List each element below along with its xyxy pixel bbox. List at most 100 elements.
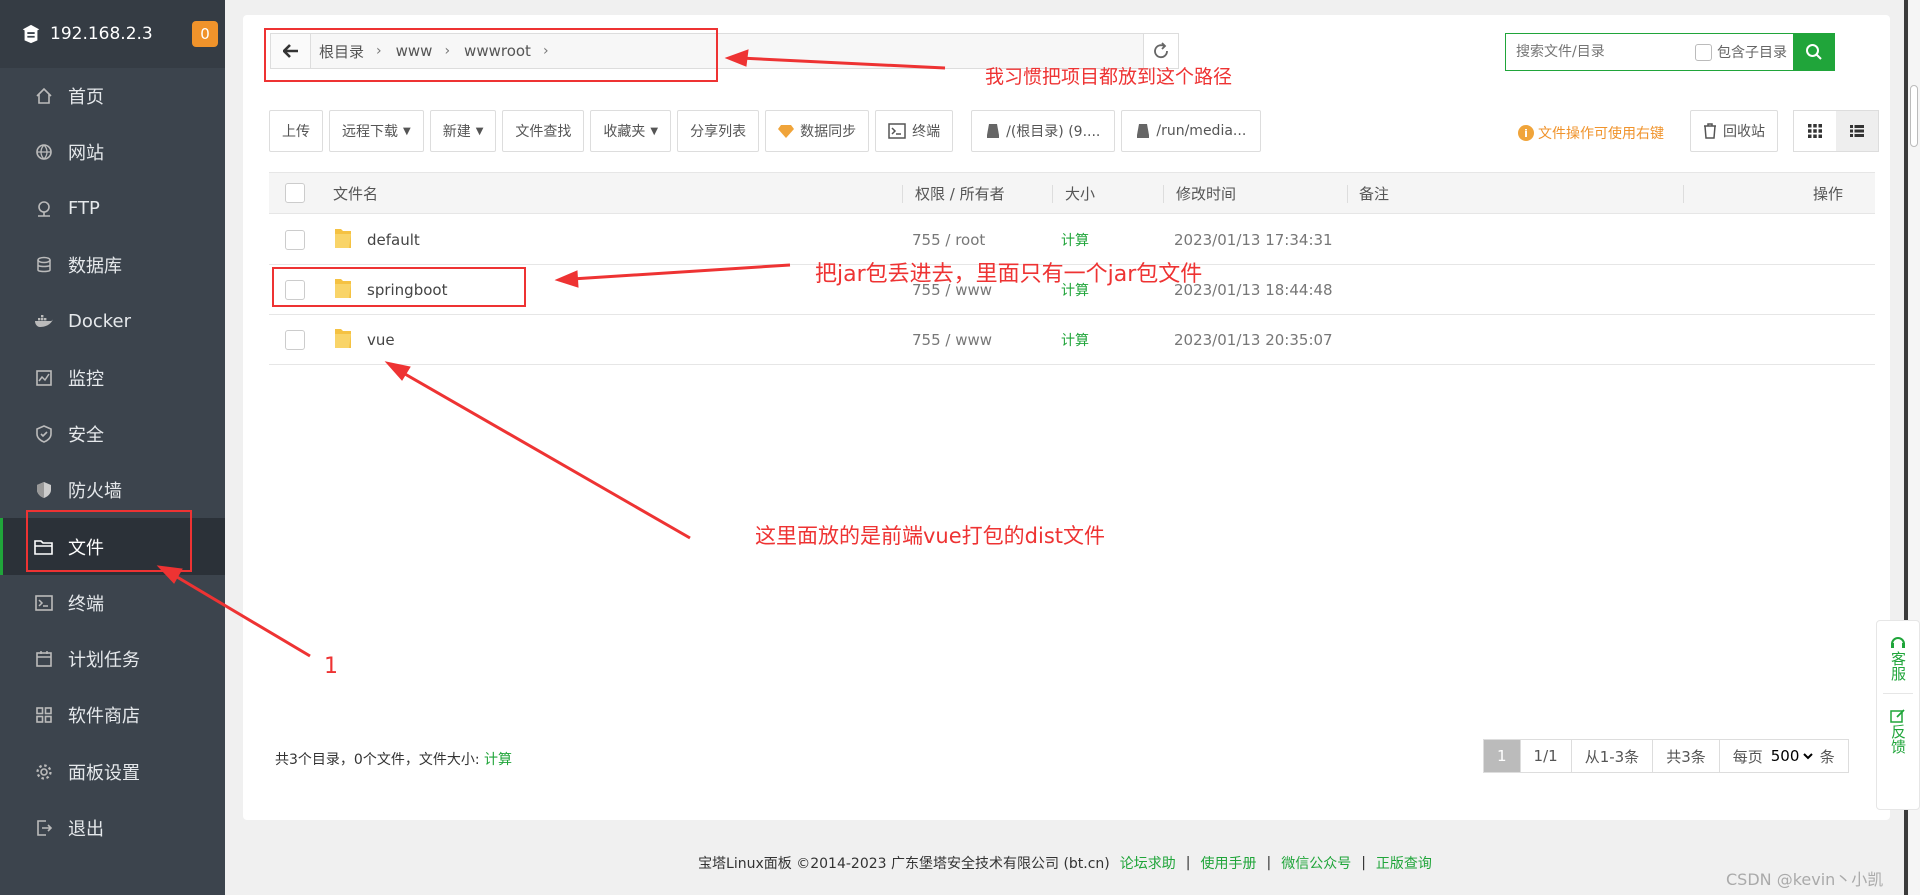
database-icon [34,255,54,275]
file-table-header: 文件名 权限 / 所有者 大小 修改时间 备注 操作 [269,172,1875,214]
sidebar-item-label: 退出 [68,819,104,840]
new-button[interactable]: 新建 ▼ [429,110,497,152]
terminal-button[interactable]: 终端 [875,110,954,152]
chevron-down-icon: ▼ [650,125,659,137]
row-name-cell[interactable]: vue [333,315,395,365]
shield-icon [34,424,54,444]
footer-link-wechat[interactable]: 微信公众号 [1281,853,1351,873]
header-modified[interactable]: 修改时间 [1176,173,1236,213]
service-float: 客服 反馈 [1876,620,1920,810]
server-ip: 192.168.2.3 [50,24,153,44]
sidebar-item-10[interactable]: 计划任务 [0,631,225,687]
sidebar-item-5[interactable]: 监控 [0,349,225,405]
file-search-button[interactable]: 文件查找 [502,110,585,152]
sidebar-item-3[interactable]: 数据库 [0,237,225,293]
search-box: 包含子目录 [1505,33,1835,71]
sidebar-item-label: 安全 [68,424,104,446]
page-1-button[interactable]: 1 [1484,740,1521,772]
page-range: 从1-3条 [1571,740,1654,772]
calc-total-size-link[interactable]: 计算 [484,752,512,768]
globe-icon [34,142,54,162]
feedback-button[interactable]: 反馈 [1889,694,1907,754]
sidebar-item-label: 终端 [68,593,104,615]
bt-logo-icon [22,24,40,44]
header-permission[interactable]: 权限 / 所有者 [915,173,1005,213]
page-count: 1/1 [1520,740,1572,772]
annotation-jar-note: 把jar包丢进去，里面只有一个jar包文件 [815,262,1203,287]
page-total: 共3条 [1653,740,1720,772]
header-size[interactable]: 大小 [1065,173,1095,213]
disk-root-button[interactable]: /(根目录) (9.... [971,110,1116,152]
footer-link-license[interactable]: 正版查询 [1376,853,1432,873]
sidebar-item-label: 计划任务 [68,650,140,672]
sidebar-item-4[interactable]: Docker [0,293,225,349]
sidebar-item-9[interactable]: 终端 [0,575,225,631]
chevron-down-icon: ▼ [403,125,411,137]
row-permission[interactable]: 755 / www [912,315,992,365]
firewall-icon [34,480,54,500]
disk-media-button[interactable]: /run/media... [1121,110,1262,152]
sidebar-item-11[interactable]: 软件商店 [0,687,225,743]
row-checkbox-cell [285,215,305,265]
sidebar-item-0[interactable]: 首页 [0,68,225,124]
sidebar-item-1[interactable]: 网站 [0,124,225,180]
sidebar-item-label: 防火墙 [68,481,122,503]
sidebar-item-6[interactable]: 安全 [0,406,225,462]
disk-icon [986,123,1000,139]
header-name[interactable]: 文件名 [333,173,378,213]
annotation-step-number: 1 [324,654,338,679]
apps-icon [34,705,54,725]
disk-icon [1136,123,1150,139]
search-icon [1806,44,1822,60]
per-page-select[interactable]: 500 [1766,746,1816,766]
footer-separator: | [1266,854,1272,871]
docker-icon [34,311,54,331]
sidebar-header: 192.168.2.3 0 [0,0,225,68]
sidebar-item-13[interactable]: 退出 [0,800,225,856]
file-manager-panel: 根目录› www› wwwroot› 包含子目录 上传 远程下载▼ 新建▼ 文件… [243,15,1890,820]
sidebar-item-label: 软件商店 [68,706,140,728]
annotation-vue-note: 这里面放的是前端vue打包的dist文件 [755,524,1105,548]
footer-link-forum[interactable]: 论坛求助 [1120,853,1176,873]
sidebar-item-label: 面板设置 [68,762,140,784]
include-subdir-checkbox[interactable] [1695,43,1712,61]
footer-separator: | [1185,854,1191,871]
file-name[interactable]: default [367,231,420,249]
row-checkbox[interactable] [285,330,305,350]
upload-button[interactable]: 上传 [269,110,323,152]
support-button[interactable]: 客服 [1889,621,1907,681]
row-checkbox[interactable] [285,230,305,250]
search-button[interactable] [1793,33,1835,71]
file-name[interactable]: vue [367,331,395,349]
row-size-calc[interactable]: 计算 [1061,315,1089,365]
column-divider [1683,185,1684,203]
notification-badge[interactable]: 0 [192,21,218,47]
sidebar-item-12[interactable]: 面板设置 [0,744,225,800]
home-icon [34,86,54,106]
grid-view-button[interactable] [1794,111,1836,151]
page-scrollbar-thumb[interactable] [1910,85,1918,147]
recycle-bin-button[interactable]: 回收站 [1690,110,1778,152]
search-input[interactable] [1506,34,1695,70]
select-all-checkbox[interactable] [285,183,305,203]
terminal-icon [34,593,54,613]
annotation-path-note: 我习惯把项目都放到这个路径 [985,66,1233,88]
gear-icon [34,762,54,782]
logout-icon [34,818,54,838]
context-menu-tip: i 文件操作可使用右键 [1518,123,1664,143]
row-name-cell[interactable]: default [333,215,420,265]
remote-download-button[interactable]: 远程下载 ▼ [329,110,424,152]
favorites-button[interactable]: 收藏夹 ▼ [590,110,672,152]
include-subdir-toggle[interactable]: 包含子目录 [1695,42,1787,62]
share-list-button[interactable]: 分享列表 [677,110,760,152]
list-view-button[interactable] [1836,111,1878,151]
annotation-box-springboot [272,267,526,307]
sidebar-item-label: Docker [68,310,132,332]
table-row[interactable]: vue 755 / www 计算 2023/01/13 20:35:07 [269,315,1875,365]
footer-link-manual[interactable]: 使用手册 [1200,853,1256,873]
annotation-box-files [26,510,192,572]
data-sync-button[interactable]: 数据同步 [765,110,870,152]
sidebar-item-label: 网站 [68,143,104,165]
sidebar-item-2[interactable]: FTP [0,181,225,237]
monitor-icon [34,368,54,388]
